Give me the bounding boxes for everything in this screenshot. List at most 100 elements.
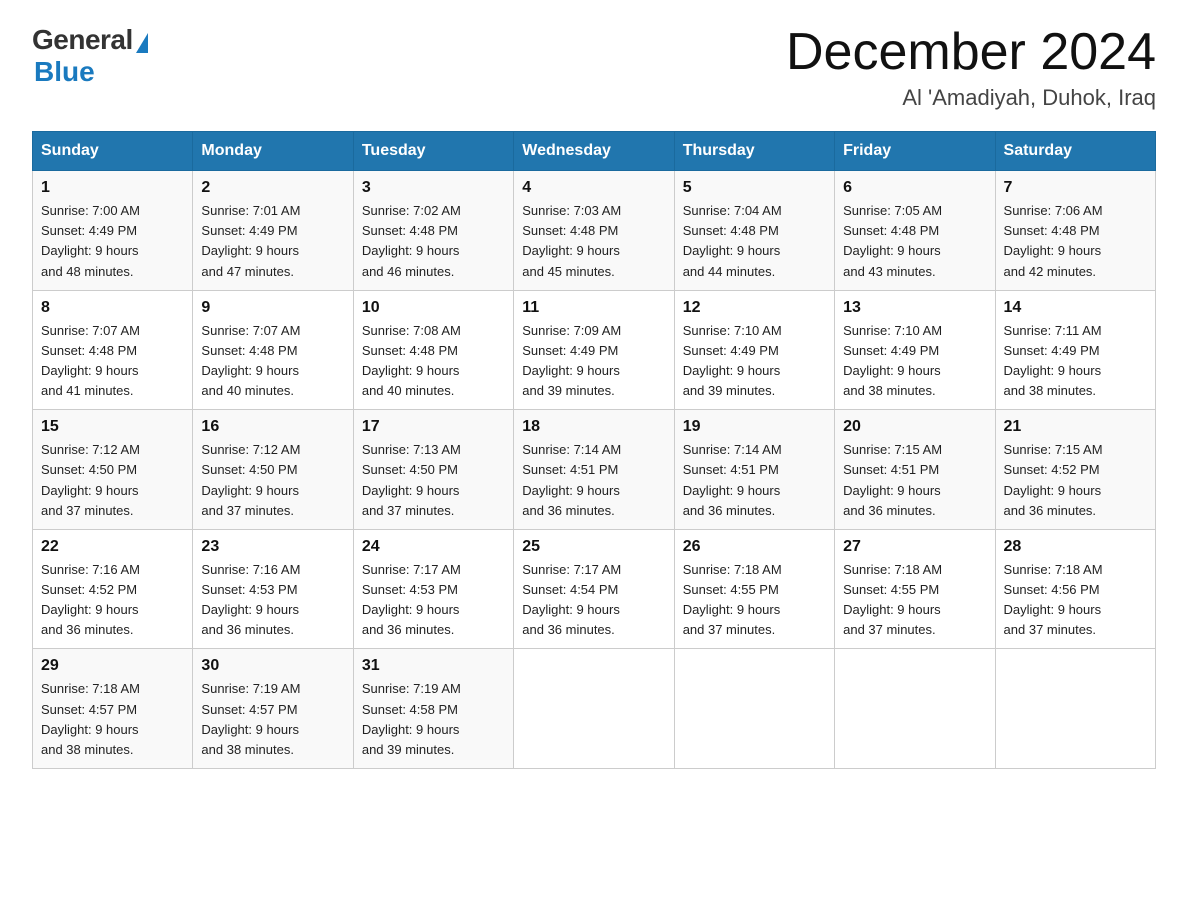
calendar-cell: 19 Sunrise: 7:14 AMSunset: 4:51 PMDaylig…	[674, 410, 834, 530]
day-info: Sunrise: 7:18 AMSunset: 4:55 PMDaylight:…	[683, 560, 826, 641]
calendar-table: SundayMondayTuesdayWednesdayThursdayFrid…	[32, 131, 1156, 769]
day-info: Sunrise: 7:18 AMSunset: 4:56 PMDaylight:…	[1004, 560, 1147, 641]
weekday-header-saturday: Saturday	[995, 132, 1155, 171]
calendar-cell: 7 Sunrise: 7:06 AMSunset: 4:48 PMDayligh…	[995, 171, 1155, 291]
day-number: 10	[362, 299, 505, 317]
calendar-cell: 22 Sunrise: 7:16 AMSunset: 4:52 PMDaylig…	[33, 529, 193, 649]
day-number: 4	[522, 179, 665, 197]
calendar-week-2: 8 Sunrise: 7:07 AMSunset: 4:48 PMDayligh…	[33, 290, 1156, 410]
weekday-header-row: SundayMondayTuesdayWednesdayThursdayFrid…	[33, 132, 1156, 171]
calendar-cell: 4 Sunrise: 7:03 AMSunset: 4:48 PMDayligh…	[514, 171, 674, 291]
day-info: Sunrise: 7:07 AMSunset: 4:48 PMDaylight:…	[41, 321, 184, 402]
day-info: Sunrise: 7:17 AMSunset: 4:54 PMDaylight:…	[522, 560, 665, 641]
day-number: 5	[683, 179, 826, 197]
day-number: 2	[201, 179, 344, 197]
calendar-cell: 10 Sunrise: 7:08 AMSunset: 4:48 PMDaylig…	[353, 290, 513, 410]
day-number: 7	[1004, 179, 1147, 197]
day-number: 18	[522, 418, 665, 436]
weekday-header-thursday: Thursday	[674, 132, 834, 171]
title-block: December 2024 Al 'Amadiyah, Duhok, Iraq	[786, 24, 1156, 111]
calendar-cell: 6 Sunrise: 7:05 AMSunset: 4:48 PMDayligh…	[835, 171, 995, 291]
day-info: Sunrise: 7:09 AMSunset: 4:49 PMDaylight:…	[522, 321, 665, 402]
day-number: 11	[522, 299, 665, 317]
logo-blue-text: Blue	[34, 56, 95, 88]
calendar-cell: 18 Sunrise: 7:14 AMSunset: 4:51 PMDaylig…	[514, 410, 674, 530]
day-info: Sunrise: 7:12 AMSunset: 4:50 PMDaylight:…	[201, 440, 344, 521]
day-info: Sunrise: 7:10 AMSunset: 4:49 PMDaylight:…	[843, 321, 986, 402]
calendar-cell: 2 Sunrise: 7:01 AMSunset: 4:49 PMDayligh…	[193, 171, 353, 291]
day-info: Sunrise: 7:13 AMSunset: 4:50 PMDaylight:…	[362, 440, 505, 521]
day-number: 23	[201, 538, 344, 556]
calendar-cell: 14 Sunrise: 7:11 AMSunset: 4:49 PMDaylig…	[995, 290, 1155, 410]
day-info: Sunrise: 7:04 AMSunset: 4:48 PMDaylight:…	[683, 201, 826, 282]
calendar-cell: 24 Sunrise: 7:17 AMSunset: 4:53 PMDaylig…	[353, 529, 513, 649]
day-number: 12	[683, 299, 826, 317]
calendar-cell	[674, 649, 834, 769]
day-number: 8	[41, 299, 184, 317]
day-info: Sunrise: 7:12 AMSunset: 4:50 PMDaylight:…	[41, 440, 184, 521]
calendar-cell: 21 Sunrise: 7:15 AMSunset: 4:52 PMDaylig…	[995, 410, 1155, 530]
day-number: 3	[362, 179, 505, 197]
calendar-cell	[514, 649, 674, 769]
day-number: 17	[362, 418, 505, 436]
calendar-week-1: 1 Sunrise: 7:00 AMSunset: 4:49 PMDayligh…	[33, 171, 1156, 291]
calendar-cell: 11 Sunrise: 7:09 AMSunset: 4:49 PMDaylig…	[514, 290, 674, 410]
day-info: Sunrise: 7:10 AMSunset: 4:49 PMDaylight:…	[683, 321, 826, 402]
calendar-cell	[835, 649, 995, 769]
day-number: 28	[1004, 538, 1147, 556]
calendar-cell: 12 Sunrise: 7:10 AMSunset: 4:49 PMDaylig…	[674, 290, 834, 410]
logo-general-text: General	[32, 24, 133, 56]
calendar-cell: 25 Sunrise: 7:17 AMSunset: 4:54 PMDaylig…	[514, 529, 674, 649]
logo-triangle-icon	[136, 33, 148, 53]
day-info: Sunrise: 7:16 AMSunset: 4:53 PMDaylight:…	[201, 560, 344, 641]
day-info: Sunrise: 7:17 AMSunset: 4:53 PMDaylight:…	[362, 560, 505, 641]
day-number: 15	[41, 418, 184, 436]
weekday-header-friday: Friday	[835, 132, 995, 171]
day-info: Sunrise: 7:11 AMSunset: 4:49 PMDaylight:…	[1004, 321, 1147, 402]
page-header: General Blue December 2024 Al 'Amadiyah,…	[32, 24, 1156, 111]
calendar-cell: 16 Sunrise: 7:12 AMSunset: 4:50 PMDaylig…	[193, 410, 353, 530]
day-number: 31	[362, 657, 505, 675]
calendar-cell: 5 Sunrise: 7:04 AMSunset: 4:48 PMDayligh…	[674, 171, 834, 291]
day-info: Sunrise: 7:15 AMSunset: 4:51 PMDaylight:…	[843, 440, 986, 521]
calendar-cell: 15 Sunrise: 7:12 AMSunset: 4:50 PMDaylig…	[33, 410, 193, 530]
calendar-week-4: 22 Sunrise: 7:16 AMSunset: 4:52 PMDaylig…	[33, 529, 1156, 649]
day-number: 29	[41, 657, 184, 675]
calendar-cell: 20 Sunrise: 7:15 AMSunset: 4:51 PMDaylig…	[835, 410, 995, 530]
day-number: 24	[362, 538, 505, 556]
location-title: Al 'Amadiyah, Duhok, Iraq	[786, 85, 1156, 111]
day-number: 9	[201, 299, 344, 317]
calendar-cell: 26 Sunrise: 7:18 AMSunset: 4:55 PMDaylig…	[674, 529, 834, 649]
day-number: 13	[843, 299, 986, 317]
day-number: 14	[1004, 299, 1147, 317]
calendar-cell: 8 Sunrise: 7:07 AMSunset: 4:48 PMDayligh…	[33, 290, 193, 410]
day-info: Sunrise: 7:00 AMSunset: 4:49 PMDaylight:…	[41, 201, 184, 282]
day-info: Sunrise: 7:19 AMSunset: 4:58 PMDaylight:…	[362, 679, 505, 760]
day-number: 30	[201, 657, 344, 675]
month-title: December 2024	[786, 24, 1156, 81]
day-info: Sunrise: 7:18 AMSunset: 4:55 PMDaylight:…	[843, 560, 986, 641]
day-number: 27	[843, 538, 986, 556]
day-number: 20	[843, 418, 986, 436]
logo: General Blue	[32, 24, 148, 88]
day-info: Sunrise: 7:14 AMSunset: 4:51 PMDaylight:…	[683, 440, 826, 521]
day-number: 1	[41, 179, 184, 197]
weekday-header-tuesday: Tuesday	[353, 132, 513, 171]
calendar-week-5: 29 Sunrise: 7:18 AMSunset: 4:57 PMDaylig…	[33, 649, 1156, 769]
calendar-cell	[995, 649, 1155, 769]
calendar-week-3: 15 Sunrise: 7:12 AMSunset: 4:50 PMDaylig…	[33, 410, 1156, 530]
weekday-header-wednesday: Wednesday	[514, 132, 674, 171]
day-info: Sunrise: 7:03 AMSunset: 4:48 PMDaylight:…	[522, 201, 665, 282]
calendar-cell: 27 Sunrise: 7:18 AMSunset: 4:55 PMDaylig…	[835, 529, 995, 649]
calendar-cell: 3 Sunrise: 7:02 AMSunset: 4:48 PMDayligh…	[353, 171, 513, 291]
day-number: 26	[683, 538, 826, 556]
day-number: 16	[201, 418, 344, 436]
day-info: Sunrise: 7:05 AMSunset: 4:48 PMDaylight:…	[843, 201, 986, 282]
day-info: Sunrise: 7:02 AMSunset: 4:48 PMDaylight:…	[362, 201, 505, 282]
day-info: Sunrise: 7:15 AMSunset: 4:52 PMDaylight:…	[1004, 440, 1147, 521]
weekday-header-sunday: Sunday	[33, 132, 193, 171]
calendar-cell: 31 Sunrise: 7:19 AMSunset: 4:58 PMDaylig…	[353, 649, 513, 769]
calendar-cell: 29 Sunrise: 7:18 AMSunset: 4:57 PMDaylig…	[33, 649, 193, 769]
calendar-cell: 23 Sunrise: 7:16 AMSunset: 4:53 PMDaylig…	[193, 529, 353, 649]
calendar-cell: 17 Sunrise: 7:13 AMSunset: 4:50 PMDaylig…	[353, 410, 513, 530]
